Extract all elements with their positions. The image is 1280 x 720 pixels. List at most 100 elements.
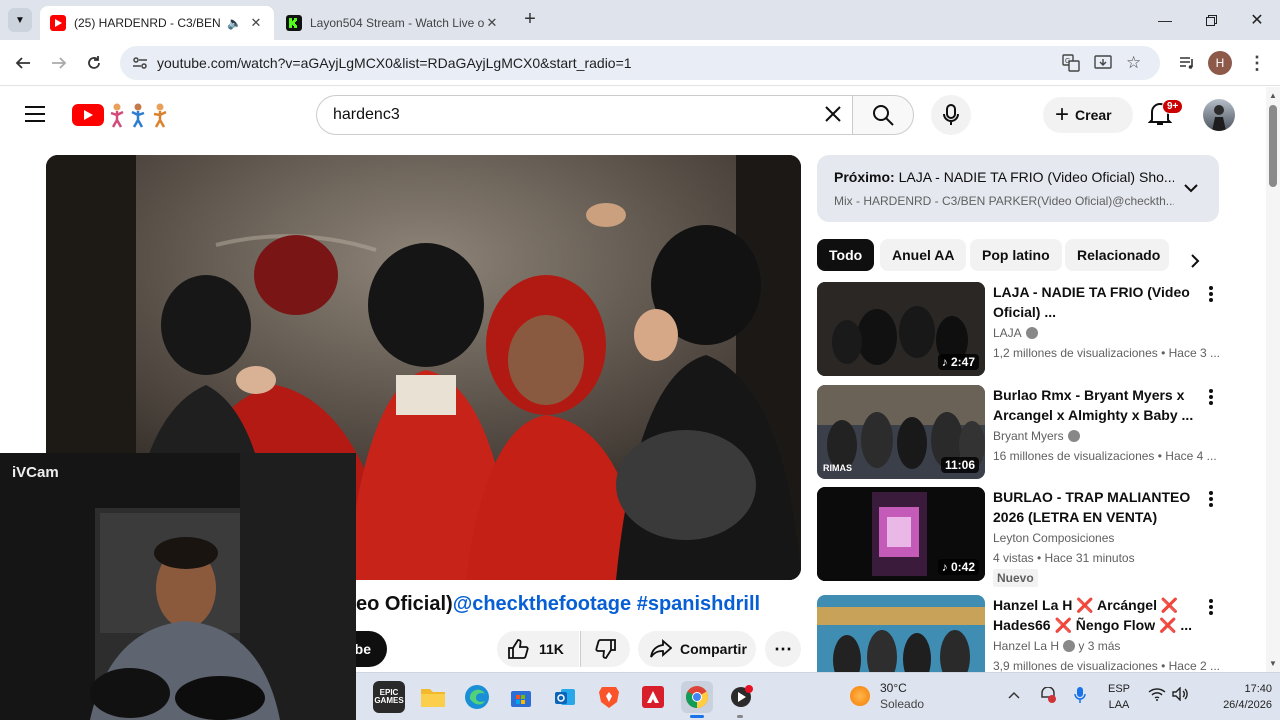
scroll-down-arrow[interactable]: ▼ xyxy=(1269,659,1277,668)
translate-icon[interactable]: G xyxy=(1062,54,1080,77)
video-title[interactable]: BURLAO - TRAP MALIANTEO 2026 (LETRA EN V… xyxy=(993,487,1221,527)
security-icon[interactable] xyxy=(1039,686,1057,708)
channel-name[interactable]: Bryant Myers xyxy=(993,429,1080,443)
weather-temp: 30°C xyxy=(880,681,907,695)
chips-next-button[interactable] xyxy=(1178,244,1212,278)
chrome-menu-button[interactable]: ⋮ xyxy=(1242,48,1272,78)
media-controls-button[interactable] xyxy=(1172,48,1202,78)
search-button[interactable] xyxy=(852,95,914,135)
chip-todo[interactable]: Todo xyxy=(817,239,875,271)
file-explorer-icon[interactable] xyxy=(417,681,449,713)
list-item[interactable]: Hanzel La H ❌ Arcángel ❌ Hades66 ❌ Ñengo… xyxy=(817,595,1227,672)
list-item[interactable]: ♪ 2:47 LAJA - NADIE TA FRIO (Video Ofici… xyxy=(817,282,1227,378)
more-actions-button[interactable]: ⋯ xyxy=(765,631,801,667)
video-menu-button[interactable] xyxy=(1201,597,1221,617)
notification-badge: 9+ xyxy=(1162,99,1184,114)
guide-menu-button[interactable] xyxy=(24,105,48,125)
speaker-icon[interactable]: 🔈 xyxy=(227,16,242,30)
channel-name[interactable]: Leyton Composiciones xyxy=(993,531,1114,545)
amd-icon[interactable] xyxy=(637,681,669,713)
channel-extra: y 3 más xyxy=(1078,639,1121,653)
tab-search-button[interactable]: ▼ xyxy=(8,8,32,32)
scrollbar-thumb[interactable] xyxy=(1269,105,1277,187)
weather-widget[interactable]: 30°C Soleado xyxy=(846,679,936,715)
clock[interactable]: 17:40 26/4/2026 xyxy=(1202,681,1272,713)
youtube-logo[interactable] xyxy=(72,104,104,126)
tab-kick[interactable]: Layon504 Stream - Watch Live o ✕ xyxy=(276,6,510,40)
tab-youtube[interactable]: (25) HARDENRD - C3/BEN P 🔈 ✕ xyxy=(40,6,274,40)
up-next-panel[interactable]: Próximo: LAJA - NADIE TA FRIO (Video Ofi… xyxy=(817,155,1219,222)
clear-search-icon[interactable] xyxy=(823,104,843,129)
back-button[interactable] xyxy=(8,48,38,78)
brave-icon[interactable] xyxy=(593,681,625,713)
channel-mention-link[interactable]: @checkthefootage xyxy=(453,593,631,615)
voice-search-button[interactable] xyxy=(931,95,971,135)
video-title: eo Oficial)@checkthefootage #spanishdril… xyxy=(356,593,760,616)
epic-games-icon[interactable]: EPIC GAMES xyxy=(373,681,405,713)
dislike-button[interactable] xyxy=(580,631,630,667)
video-title[interactable]: Burlao Rmx - Bryant Myers x Arcangel x A… xyxy=(993,385,1221,425)
new-tab-button[interactable]: + xyxy=(518,8,542,32)
minimize-button[interactable]: — xyxy=(1142,0,1188,40)
account-avatar[interactable] xyxy=(1203,99,1235,131)
page-scrollbar[interactable]: ▲ ▼ xyxy=(1266,87,1280,672)
maximize-button[interactable] xyxy=(1188,0,1234,40)
create-button[interactable]: + Crear xyxy=(1043,97,1133,133)
chevron-down-icon[interactable] xyxy=(1183,180,1199,201)
up-next-line: Próximo: LAJA - NADIE TA FRIO (Video Ofi… xyxy=(834,169,1174,185)
install-app-icon[interactable] xyxy=(1094,54,1112,77)
video-title[interactable]: LAJA - NADIE TA FRIO (Video Oficial) ... xyxy=(993,282,1221,322)
video-thumbnail[interactable]: ♪ 2:47 xyxy=(817,282,985,376)
video-title[interactable]: Hanzel La H ❌ Arcángel ❌ Hades66 ❌ Ñengo… xyxy=(993,595,1221,635)
profile-avatar[interactable]: H xyxy=(1208,51,1232,75)
bookmark-star-icon[interactable]: ☆ xyxy=(1126,53,1141,73)
outlook-icon[interactable] xyxy=(549,681,581,713)
webcam-overlay: iVCam xyxy=(0,453,356,720)
video-thumbnail[interactable]: ♪ 0:42 xyxy=(817,487,985,581)
media-player-icon[interactable] xyxy=(725,681,757,713)
video-menu-button[interactable] xyxy=(1201,387,1221,407)
reload-button[interactable] xyxy=(79,48,109,78)
chip-pop-latino[interactable]: Pop latino xyxy=(970,239,1062,271)
forward-button[interactable] xyxy=(44,48,74,78)
up-next-label: Próximo: xyxy=(834,169,895,185)
chip-relacionado[interactable]: Relacionado xyxy=(1065,239,1169,271)
address-bar[interactable]: youtube.com/watch?v=aGAyjLgMCX0&list=RDa… xyxy=(120,46,1160,80)
close-window-button[interactable]: ✕ xyxy=(1234,0,1280,40)
edge-icon[interactable] xyxy=(461,681,493,713)
search-box[interactable] xyxy=(316,95,852,135)
subscribe-label: be xyxy=(354,641,371,657)
channel-name[interactable]: Hanzel La H y 3 más xyxy=(993,639,1120,653)
microphone-icon[interactable] xyxy=(1074,686,1086,709)
video-menu-button[interactable] xyxy=(1201,489,1221,509)
like-count: 11K xyxy=(539,641,564,657)
hashtag-link[interactable]: #spanishdrill xyxy=(631,593,760,615)
list-item[interactable]: ♪ 0:42 BURLAO - TRAP MALIANTEO 2026 (LET… xyxy=(817,487,1227,587)
scroll-up-arrow[interactable]: ▲ xyxy=(1269,91,1277,100)
chrome-icon[interactable] xyxy=(681,681,713,713)
video-thumbnail[interactable]: RIMAS 11:06 xyxy=(817,385,985,479)
doodle-icon[interactable] xyxy=(108,101,174,129)
plus-icon: + xyxy=(1055,101,1070,128)
video-menu-button[interactable] xyxy=(1201,284,1221,304)
channel-name-text: Bryant Myers xyxy=(993,429,1064,443)
video-thumbnail[interactable] xyxy=(817,595,985,672)
close-tab-icon[interactable]: ✕ xyxy=(484,15,500,31)
channel-name[interactable]: LAJA xyxy=(993,326,1038,340)
wifi-icon[interactable] xyxy=(1148,687,1166,706)
volume-icon[interactable] xyxy=(1172,686,1190,706)
share-button[interactable]: Compartir xyxy=(638,631,756,667)
language-indicator[interactable]: ESP LAA xyxy=(1102,681,1136,713)
list-item[interactable]: RIMAS 11:06 Burlao Rmx - Bryant Myers x … xyxy=(817,385,1227,481)
site-info-icon[interactable] xyxy=(132,55,148,76)
thumbs-up-icon xyxy=(508,639,529,659)
like-button[interactable]: 11K xyxy=(497,631,579,667)
show-hidden-icons-button[interactable] xyxy=(1008,687,1020,705)
search-input[interactable] xyxy=(333,106,793,124)
youtube-header: + Crear 9+ xyxy=(0,87,1266,143)
microsoft-store-icon[interactable] xyxy=(505,681,537,713)
chip-anuel-aa[interactable]: Anuel AA xyxy=(880,239,967,271)
close-tab-icon[interactable]: ✕ xyxy=(248,15,264,31)
video-meta: 3,9 millones de visualizaciones • Hace 2… xyxy=(993,659,1220,672)
notifications-button[interactable]: 9+ xyxy=(1147,99,1184,129)
